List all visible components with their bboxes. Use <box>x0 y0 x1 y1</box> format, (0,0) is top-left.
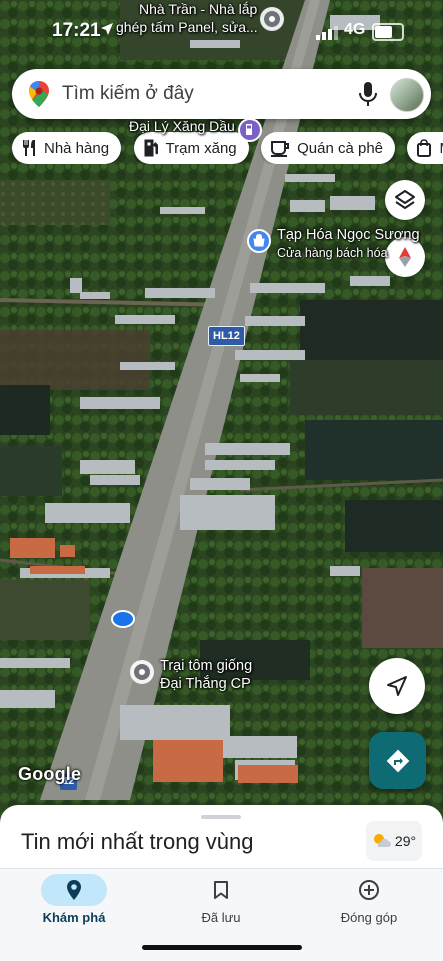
weather-temperature: 29° <box>394 833 417 849</box>
store-category-label: Cửa hàng bách hóa <box>277 246 388 260</box>
nav-label: Khám phá <box>42 910 106 925</box>
coffee-cup-icon <box>271 141 290 157</box>
nav-label: Đóng góp <box>340 910 398 925</box>
network-type: 4G <box>344 21 366 38</box>
place-pin-icon[interactable] <box>258 5 286 33</box>
chip-label: Mu <box>439 140 443 157</box>
shopping-bag-icon <box>417 139 432 157</box>
partly-cloudy-icon <box>373 834 391 847</box>
directions-button[interactable] <box>369 732 426 789</box>
nav-contribute-pill <box>336 874 402 906</box>
chip-gas-stations[interactable]: Trạm xăng <box>133 132 249 164</box>
farm-label-line2[interactable]: Đại Thắng CP <box>160 676 251 693</box>
nav-explore-pill <box>41 874 107 906</box>
compass-icon <box>399 247 411 267</box>
gas-station-label[interactable]: Đại Lý Xăng Dầu <box>129 118 235 135</box>
avatar[interactable] <box>390 78 424 112</box>
nav-contribute[interactable]: Đóng góp <box>295 869 443 929</box>
explore-pin-icon <box>67 880 81 900</box>
chip-restaurants[interactable]: Nhà hàng <box>12 132 122 164</box>
sheet-drag-handle[interactable] <box>201 815 241 819</box>
nav-saved[interactable]: Đã lưu <box>147 869 295 929</box>
search-bar[interactable]: Tìm kiếm ở đây <box>12 69 431 119</box>
farm-pin-icon[interactable] <box>128 658 156 686</box>
place-label-top-line1[interactable]: Nhà Trần - Nhà lắp <box>139 1 257 18</box>
farm-label-line1[interactable]: Trại tôm giống <box>160 658 252 675</box>
gas-station-icon <box>144 139 158 157</box>
nav-explore[interactable]: Khám phá <box>0 869 148 929</box>
signal-bars-icon <box>316 26 338 40</box>
chip-label: Quán cà phê <box>297 139 384 157</box>
chip-label: Trạm xăng <box>165 139 237 157</box>
current-location-dot-icon[interactable] <box>110 608 136 630</box>
layers-button[interactable] <box>385 180 425 220</box>
bookmark-icon <box>214 881 228 899</box>
weather-badge[interactable]: 29° <box>366 821 422 861</box>
place-label-top-line2[interactable]: ghép tấm Panel, sửa... <box>116 19 258 36</box>
microphone-icon[interactable] <box>357 81 379 107</box>
layers-icon <box>395 190 415 209</box>
gas-station-pin-icon[interactable] <box>238 118 262 142</box>
sheet-title: Tin mới nhất trong vùng <box>21 829 254 854</box>
chip-coffee[interactable]: Quán cà phê <box>261 132 396 164</box>
road-shield-hl12: HL12 <box>208 326 245 346</box>
directions-icon <box>386 749 409 772</box>
store-name-label[interactable]: Tạp Hóa Ngọc Sương <box>277 227 420 244</box>
google-logo: Google <box>18 764 82 784</box>
store-pin-icon[interactable] <box>247 229 271 253</box>
search-input[interactable]: Tìm kiếm ở đây <box>62 83 194 105</box>
navigation-arrow-icon <box>387 676 407 696</box>
nav-saved-pill <box>188 874 254 906</box>
chip-shopping[interactable]: Mu <box>407 132 443 164</box>
my-location-button[interactable] <box>369 658 425 714</box>
home-indicator[interactable] <box>142 945 302 950</box>
chip-label: Nhà hàng <box>44 139 110 157</box>
nav-label: Đã lưu <box>201 910 241 925</box>
fork-knife-icon <box>23 140 35 156</box>
battery-icon <box>372 23 404 41</box>
status-time: 17:21 <box>52 20 101 41</box>
location-arrow-icon <box>101 23 113 35</box>
add-circle-icon <box>359 880 379 900</box>
category-chips: Nhà hàng Trạm xăng Quán cà phê Mu <box>12 132 443 164</box>
google-maps-logo-icon <box>29 81 49 107</box>
